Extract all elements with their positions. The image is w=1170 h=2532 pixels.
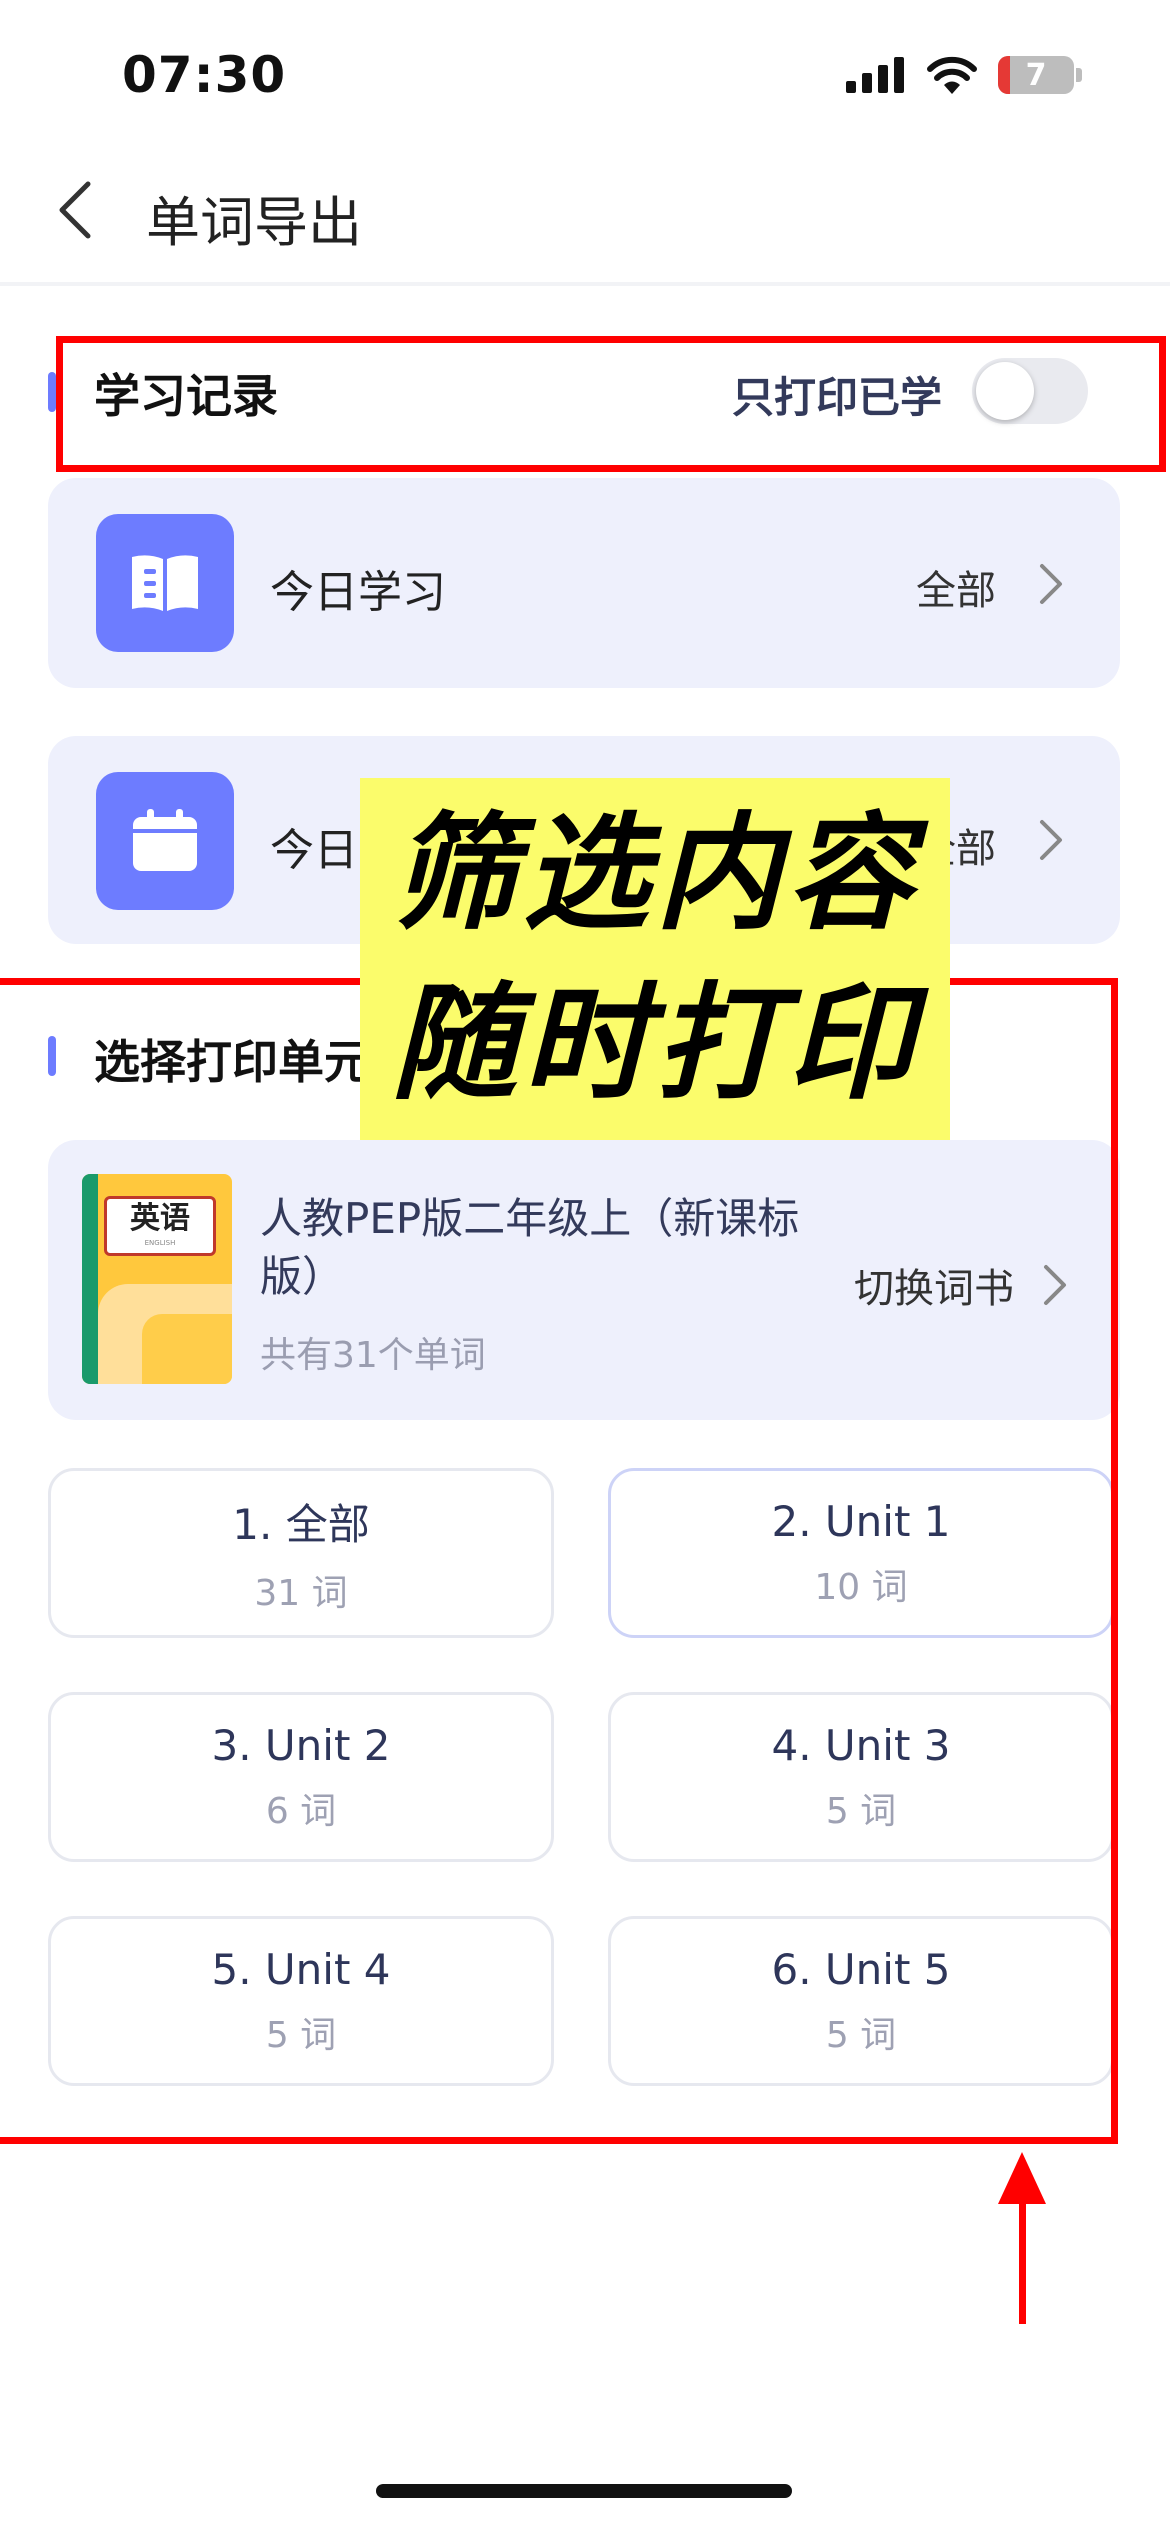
page-title: 单词导出 xyxy=(146,191,362,254)
battery-level: 7 xyxy=(1025,57,1047,93)
promo-line-2: 随时打印 xyxy=(391,970,919,1117)
today-review-label: 今日 xyxy=(270,825,358,876)
status-icons: 7 xyxy=(846,56,1082,94)
arrow-up-icon xyxy=(998,2152,1046,2324)
battery-cap xyxy=(1076,68,1082,82)
battery-icon: 7 xyxy=(998,56,1074,94)
promo-line-1: 筛选内容 xyxy=(391,800,919,947)
today-study-row[interactable]: 今日学习 全部 xyxy=(48,478,1120,688)
calendar-icon xyxy=(96,772,234,910)
today-study-scope: 全部 xyxy=(916,568,996,614)
cellular-signal-icon xyxy=(846,57,904,93)
chevron-right-icon xyxy=(1040,820,1062,860)
nav-divider xyxy=(0,282,1170,286)
back-arrow-icon[interactable] xyxy=(50,180,100,240)
highlight-box-study-record xyxy=(56,336,1166,472)
section-accent-bar xyxy=(48,372,56,412)
book-open-icon xyxy=(96,514,234,652)
today-study-label: 今日学习 xyxy=(270,567,446,618)
status-time: 07:30 xyxy=(122,46,287,104)
chevron-right-icon xyxy=(1040,564,1062,604)
promo-banner: 筛选内容 随时打印 xyxy=(360,778,950,1140)
wifi-icon xyxy=(927,56,977,94)
highlight-box-select-unit xyxy=(0,978,1118,2144)
home-indicator xyxy=(376,2484,792,2498)
